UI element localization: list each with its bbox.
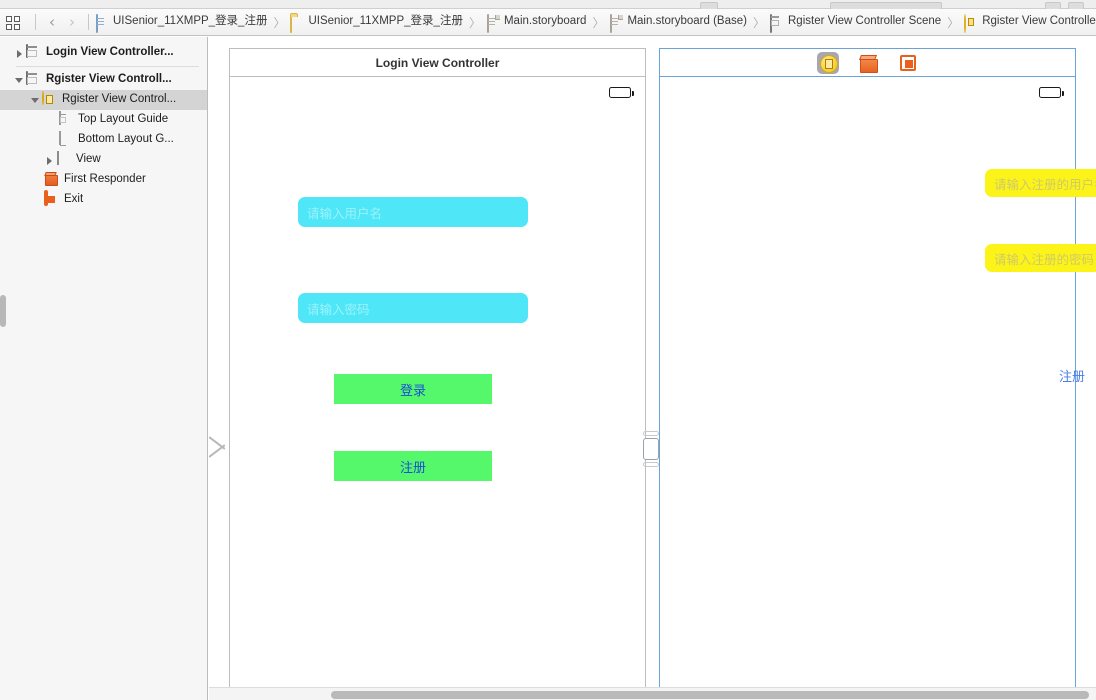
canvas-horizontal-scrollbar[interactable] xyxy=(209,687,1096,700)
breadcrumb: ‹ › UISenior_11XMPP_登录_注册 〉 UISenior_11X… xyxy=(0,9,1096,36)
document-outline: Login View Controller... Rgister View Co… xyxy=(0,37,208,700)
storyboard-document-icon xyxy=(486,13,500,33)
rgister-submit-button-label: 注册 xyxy=(1058,368,1085,384)
forward-button[interactable]: › xyxy=(62,14,82,30)
login-button[interactable]: 登录 xyxy=(334,374,492,404)
placeholder-text: 请输入注册的密码 xyxy=(994,252,1095,267)
divider xyxy=(16,66,199,67)
scene-title-bar: Login View Controller xyxy=(229,48,646,76)
sidebar-item-label: View xyxy=(76,153,101,166)
rgister-username-field[interactable]: 请输入注册的用户名 xyxy=(985,169,1096,197)
breadcrumb-item-project[interactable]: UISenior_11XMPP_登录_注册 xyxy=(95,11,267,33)
divider xyxy=(35,14,36,30)
sidebar-item-view[interactable]: View xyxy=(0,150,207,170)
chevron-right-icon[interactable] xyxy=(14,48,25,59)
breadcrumb-label: UISenior_11XMPP_登录_注册 xyxy=(308,15,463,28)
project-document-icon xyxy=(95,13,109,33)
battery-icon xyxy=(1039,87,1064,98)
sidebar-item-label: First Responder xyxy=(64,173,146,186)
view-controller-icon xyxy=(42,91,58,108)
page-title: Login View Controller xyxy=(375,55,500,70)
sidebar-item-label: Exit xyxy=(64,193,84,206)
bottom-layout-guide-icon xyxy=(58,131,74,148)
breadcrumb-item-storyboard[interactable]: Main.storyboard xyxy=(486,11,586,33)
scene-dock xyxy=(659,48,1076,76)
placeholder-text: 请输入密码 xyxy=(307,302,370,317)
breadcrumb-item-view-controller[interactable]: Rgister View Controller xyxy=(964,11,1096,33)
sidebar-item-label: Rgister View Control... xyxy=(62,93,177,106)
rgister-submit-button[interactable]: 注册 xyxy=(1044,364,1096,386)
view-icon xyxy=(56,151,72,168)
breadcrumb-item-folder[interactable]: UISenior_11XMPP_登录_注册 xyxy=(290,11,463,33)
login-view-controller-scene[interactable]: Login View Controller 请输入用户名 请输入密码 登录 注册 xyxy=(229,48,646,700)
folder-icon xyxy=(290,13,304,33)
storyboard-entry-point-arrow xyxy=(209,432,231,462)
sidebar-item-label: Top Layout Guide xyxy=(78,113,169,126)
sidebar-item-exit[interactable]: Exit xyxy=(0,190,207,210)
login-password-field[interactable]: 请输入密码 xyxy=(298,293,528,323)
sidebar-item-bottom-layout-guide[interactable]: Bottom Layout G... xyxy=(0,130,207,150)
rgister-view-controller-scene[interactable]: 请输入注册的用户名 请输入注册的密码 注册 xyxy=(659,48,1096,700)
scene-resize-handle[interactable] xyxy=(642,431,659,467)
divider xyxy=(88,14,89,30)
rgister-password-field[interactable]: 请输入注册的密码 xyxy=(985,244,1096,272)
top-layout-guide-icon xyxy=(58,111,74,128)
breadcrumb-separator: 〉 xyxy=(273,15,286,30)
sidebar-item-top-layout-guide[interactable]: Top Layout Guide xyxy=(0,110,207,130)
sidebar-item-label: Bottom Layout G... xyxy=(78,133,174,146)
xcode-window: ‹ › UISenior_11XMPP_登录_注册 〉 UISenior_11X… xyxy=(0,0,1096,700)
register-button-label: 注册 xyxy=(399,459,426,475)
exit-dock-icon[interactable] xyxy=(897,52,919,74)
first-responder-icon xyxy=(44,172,60,188)
breadcrumb-label: Main.storyboard (Base) xyxy=(627,15,747,28)
breadcrumb-item-scene[interactable]: Rgister View Controller Scene xyxy=(770,11,941,33)
breadcrumb-item-storyboard-base[interactable]: Main.storyboard (Base) xyxy=(609,11,747,33)
storyboard-base-document-icon xyxy=(609,13,623,33)
breadcrumb-separator: 〉 xyxy=(468,15,481,30)
rgister-scene-body[interactable]: 请输入注册的用户名 请输入注册的密码 注册 xyxy=(659,76,1096,700)
login-scene-body[interactable]: 请输入用户名 请输入密码 登录 注册 xyxy=(229,76,646,700)
placeholder-text: 请输入注册的用户名 xyxy=(994,177,1096,192)
first-responder-dock-icon[interactable] xyxy=(857,52,879,74)
view-controller-icon xyxy=(964,13,978,33)
scrollbar-thumb[interactable] xyxy=(331,691,1089,699)
breadcrumb-label: Main.storyboard xyxy=(503,15,587,28)
storyboard-canvas[interactable]: Login View Controller 请输入用户名 请输入密码 登录 注册 xyxy=(209,37,1096,700)
sidebar-item-label: Rgister View Controll... xyxy=(46,73,172,86)
breadcrumb-separator: 〉 xyxy=(592,15,605,30)
scene-icon xyxy=(770,13,784,33)
login-button-label: 登录 xyxy=(399,382,426,398)
chevron-right-icon[interactable] xyxy=(44,155,55,166)
back-button[interactable]: ‹ xyxy=(42,14,62,30)
exit-icon xyxy=(44,190,60,208)
battery-icon xyxy=(609,87,634,98)
breadcrumb-list: UISenior_11XMPP_登录_注册 〉 UISenior_11XMPP_… xyxy=(95,11,1096,33)
view-controller-scene-icon xyxy=(26,71,42,88)
grid-icon[interactable] xyxy=(6,15,23,30)
toolbar-sliver xyxy=(0,0,1096,10)
sidebar-item-login-view-controller-scene[interactable]: Login View Controller... xyxy=(0,43,207,63)
breadcrumb-label: Rgister View Controller xyxy=(982,15,1096,28)
breadcrumb-label: UISenior_11XMPP_登录_注册 xyxy=(113,15,268,28)
outline-vertical-scrollbar[interactable] xyxy=(0,295,6,327)
view-controller-dock-icon[interactable] xyxy=(816,51,839,74)
chevron-down-icon[interactable] xyxy=(30,95,41,106)
register-button[interactable]: 注册 xyxy=(334,451,492,481)
breadcrumb-separator: 〉 xyxy=(947,15,960,30)
login-username-field[interactable]: 请输入用户名 xyxy=(298,197,528,227)
chevron-down-icon[interactable] xyxy=(14,75,25,86)
sidebar-item-first-responder[interactable]: First Responder xyxy=(0,170,207,190)
view-controller-scene-icon xyxy=(26,44,42,61)
breadcrumb-label: Rgister View Controller Scene xyxy=(788,15,942,28)
breadcrumb-separator: 〉 xyxy=(752,15,765,30)
placeholder-text: 请输入用户名 xyxy=(307,206,383,221)
sidebar-item-label: Login View Controller... xyxy=(46,46,174,59)
sidebar-item-rgister-view-controller[interactable]: Rgister View Control... xyxy=(0,90,207,110)
sidebar-item-rgister-view-controller-scene[interactable]: Rgister View Controll... xyxy=(0,70,207,90)
